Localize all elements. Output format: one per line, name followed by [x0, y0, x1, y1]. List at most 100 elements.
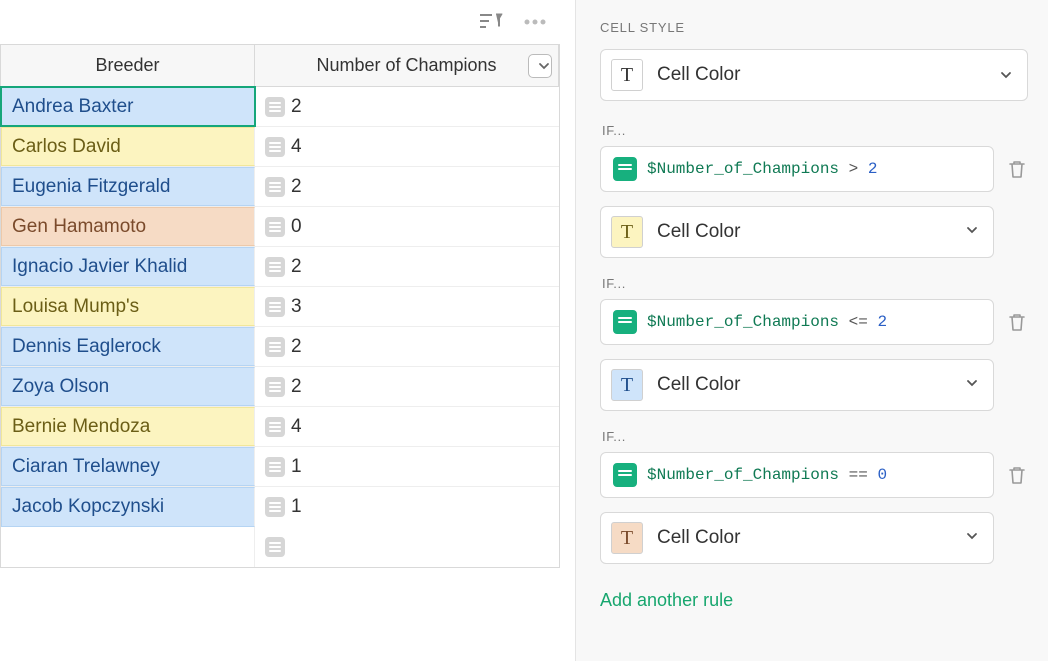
breeder-cell[interactable]: Carlos David — [1, 127, 255, 166]
chevron-down-icon — [965, 223, 979, 241]
table-empty-row[interactable] — [1, 527, 559, 567]
champions-value: 4 — [291, 136, 302, 158]
swatch: T — [611, 369, 643, 401]
breeder-name: Gen Hamamoto — [12, 216, 146, 238]
row-detail-icon[interactable] — [265, 257, 285, 277]
condition-expression-input[interactable]: $Number_of_Champions > 2 — [600, 146, 994, 192]
row-detail-icon[interactable] — [265, 297, 285, 317]
row-detail-icon[interactable] — [265, 137, 285, 157]
breeder-name: Bernie Mendoza — [12, 416, 150, 438]
champions-cell[interactable]: 1 — [255, 447, 559, 486]
champions-cell[interactable]: 1 — [255, 487, 559, 527]
formula-icon — [613, 157, 637, 181]
champions-cell[interactable]: 0 — [255, 207, 559, 246]
add-rule-button[interactable]: Add another rule — [600, 590, 1028, 611]
table-row: Jacob Kopczynski 1 — [1, 487, 559, 527]
row-detail-icon[interactable] — [265, 97, 285, 117]
table-row: Carlos David 4 — [1, 127, 559, 167]
table-row: Zoya Olson 2 — [1, 367, 559, 407]
condition-expression-input[interactable]: $Number_of_Champions <= 2 — [600, 299, 994, 345]
champions-cell[interactable]: 2 — [255, 327, 559, 366]
chevron-down-icon — [965, 376, 979, 394]
chevron-down-icon — [999, 68, 1013, 82]
breeder-cell[interactable]: Zoya Olson — [1, 367, 255, 406]
delete-rule-button[interactable] — [1006, 464, 1028, 486]
champions-value: 4 — [291, 416, 302, 438]
style-label: Cell Color — [657, 374, 740, 396]
empty-cell[interactable] — [1, 527, 255, 567]
breeder-cell[interactable]: Gen Hamamoto — [1, 207, 255, 246]
table-row: Andrea Baxter 2 — [1, 87, 559, 127]
add-rule-label: Add another rule — [600, 590, 733, 610]
champions-cell[interactable]: 4 — [255, 407, 559, 446]
table-header-row: Breeder Number of Champions — [1, 45, 559, 87]
table-row: Gen Hamamoto 0 — [1, 207, 559, 247]
rule-style-selector[interactable]: T Cell Color — [600, 512, 994, 564]
column-dropdown-button[interactable] — [528, 54, 552, 78]
default-style-selector[interactable]: T Cell Color — [600, 49, 1028, 101]
more-icon[interactable] — [522, 11, 548, 33]
breeder-name: Eugenia Fitzgerald — [12, 176, 170, 198]
data-table: Breeder Number of Champions Andrea Baxte… — [0, 44, 560, 568]
style-label: Cell Color — [657, 527, 740, 549]
row-detail-icon[interactable] — [265, 497, 285, 517]
table-row: Dennis Eaglerock2 — [1, 327, 559, 367]
breeder-cell[interactable]: Eugenia Fitzgerald — [1, 167, 255, 206]
breeder-cell[interactable]: Dennis Eaglerock — [1, 327, 255, 366]
table-pane: Breeder Number of Champions Andrea Baxte… — [0, 0, 575, 661]
style-label: Cell Color — [657, 221, 740, 243]
row-detail-icon[interactable] — [265, 537, 285, 557]
breeder-cell[interactable]: Ciaran Trelawney — [1, 447, 255, 486]
champions-cell[interactable]: 2 — [255, 167, 559, 206]
empty-cell[interactable] — [255, 527, 559, 567]
condition-expression-input[interactable]: $Number_of_Champions == 0 — [600, 452, 994, 498]
breeder-cell[interactable]: Jacob Kopczynski — [1, 487, 255, 527]
if-label: IF... — [602, 123, 1028, 138]
breeder-name: Ignacio Javier Khalid — [12, 256, 187, 278]
swatch-letter: T — [621, 374, 633, 397]
swatch: T — [611, 216, 643, 248]
row-detail-icon[interactable] — [265, 337, 285, 357]
row-detail-icon[interactable] — [265, 377, 285, 397]
champions-value: 1 — [291, 496, 302, 518]
delete-rule-button[interactable] — [1006, 158, 1028, 180]
row-detail-icon[interactable] — [265, 177, 285, 197]
if-label: IF... — [602, 276, 1028, 291]
champions-cell[interactable]: 2 — [255, 87, 559, 126]
row-detail-icon[interactable] — [265, 417, 285, 437]
sort-filter-icon[interactable] — [478, 11, 504, 33]
row-detail-icon[interactable] — [265, 217, 285, 237]
champions-value: 2 — [291, 376, 302, 398]
conditional-rule: IF... $Number_of_Champions == 0 T Cell Colo… — [600, 429, 1028, 564]
table-row: Eugenia Fitzgerald 2 — [1, 167, 559, 207]
champions-cell[interactable]: 2 — [255, 247, 559, 286]
breeder-name: Zoya Olson — [12, 376, 109, 398]
swatch-letter: T — [621, 221, 633, 244]
breeder-name: Jacob Kopczynski — [12, 496, 164, 518]
champions-value: 2 — [291, 96, 302, 118]
formula-icon — [613, 310, 637, 334]
champions-cell[interactable]: 4 — [255, 127, 559, 166]
row-detail-icon[interactable] — [265, 457, 285, 477]
champions-value: 1 — [291, 456, 302, 478]
breeder-cell[interactable]: Andrea Baxter — [1, 87, 255, 126]
chevron-down-icon — [965, 529, 979, 547]
table-row: Ciaran Trelawney 1 — [1, 447, 559, 487]
swatch: T — [611, 522, 643, 554]
table-row: Bernie Mendoza 4 — [1, 407, 559, 447]
cell-style-sidebar: CELL STYLE T Cell Color IF... $Number_of_… — [575, 0, 1048, 661]
panel-title: CELL STYLE — [600, 20, 1028, 35]
if-label: IF... — [602, 429, 1028, 444]
col-header-champions[interactable]: Number of Champions — [255, 45, 559, 86]
breeder-name: Ciaran Trelawney — [12, 456, 160, 478]
breeder-cell[interactable]: Louisa Mump's — [1, 287, 255, 326]
breeder-cell[interactable]: Bernie Mendoza — [1, 407, 255, 446]
breeder-cell[interactable]: Ignacio Javier Khalid — [1, 247, 255, 286]
delete-rule-button[interactable] — [1006, 311, 1028, 333]
rule-style-selector[interactable]: T Cell Color — [600, 359, 994, 411]
rule-condition-row: $Number_of_Champions <= 2 — [600, 299, 1028, 345]
champions-cell[interactable]: 2 — [255, 367, 559, 406]
champions-cell[interactable]: 3 — [255, 287, 559, 326]
rule-style-selector[interactable]: T Cell Color — [600, 206, 994, 258]
col-header-breeder[interactable]: Breeder — [1, 45, 255, 86]
